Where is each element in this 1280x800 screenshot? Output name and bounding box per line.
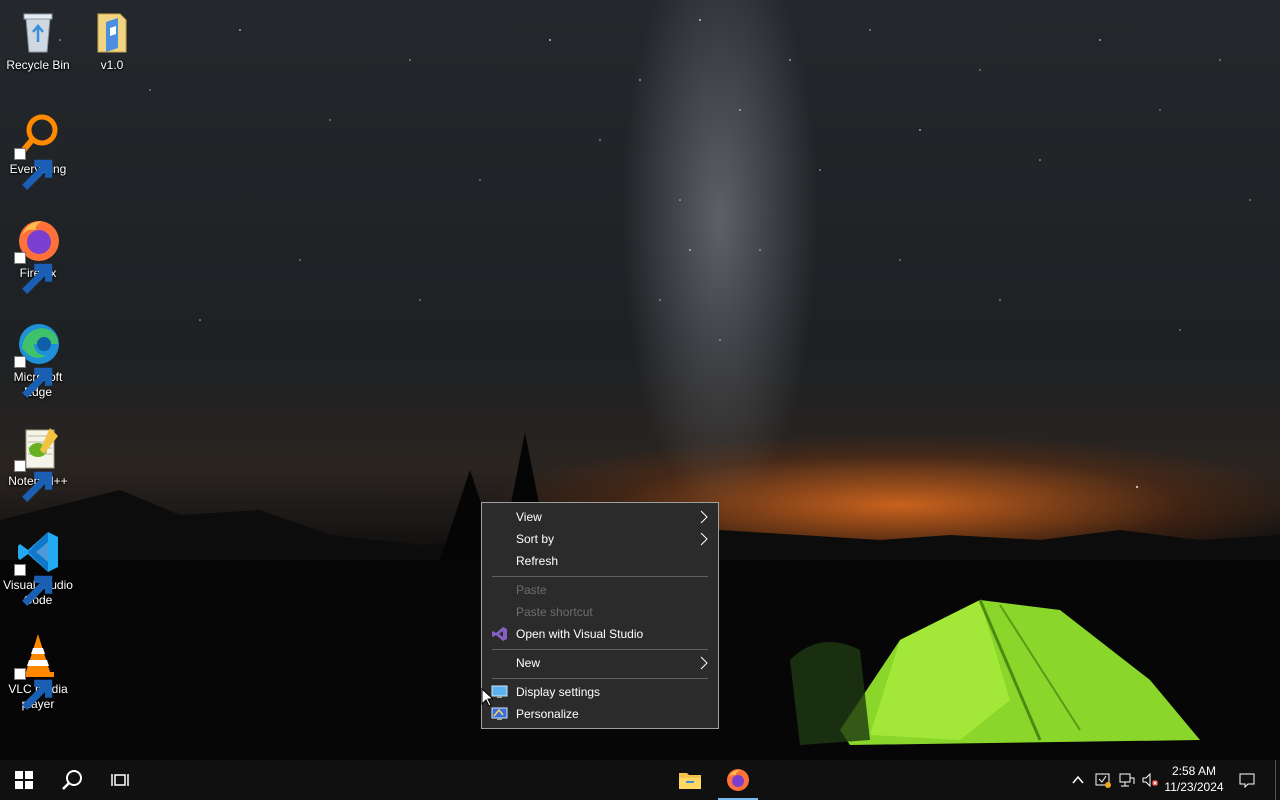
clock-date: 11/23/2024 [1164,780,1224,794]
menu-item-open-with-visual-studio[interactable]: Open with Visual Studio [483,623,717,645]
everything-icon [14,112,62,190]
desktop-icon-everything[interactable]: Everything [0,112,76,190]
taskbar: 2:58 AM 11/23/2024 [0,760,1280,800]
folder-icon [88,8,136,56]
search-icon [62,770,82,790]
display-settings-icon [491,685,508,698]
volume-muted-icon[interactable] [1142,772,1158,788]
menu-item-label: Refresh [516,554,559,568]
menu-separator [492,576,708,577]
windows-start-icon [15,771,33,789]
search-button[interactable] [48,760,96,800]
visual-studio-icon [492,627,507,641]
shortcut-arrow-icon [14,148,53,190]
menu-separator [492,649,708,650]
submenu-arrow-icon [700,656,708,670]
menu-item-display-settings[interactable]: Display settings [483,681,717,703]
network-icon[interactable] [1119,772,1135,788]
firefox-icon [727,769,749,791]
menu-item-label: Personalize [516,707,579,721]
shortcut-arrow-icon [14,460,53,502]
vscode-icon [14,528,62,606]
firefox-icon [14,216,62,294]
mouse-cursor-icon [481,688,493,707]
chevron-up-icon[interactable] [1070,772,1086,788]
desktop-icon-v1-folder[interactable]: v1.0 [74,8,150,73]
menu-item-sort-by[interactable]: Sort by [483,528,717,550]
desktop-icon-notepadpp[interactable]: Notepad++ [0,424,76,502]
task-view-button[interactable] [96,760,144,800]
submenu-arrow-icon [700,510,708,524]
personalize-icon [491,707,508,720]
menu-item-personalize[interactable]: Personalize [483,703,717,725]
vlc-icon [14,632,62,710]
menu-item-label: Paste shortcut [516,605,593,619]
menu-item-label: New [516,656,541,670]
desktop-icon-label: v1.0 [100,58,124,72]
menu-item-refresh[interactable]: Refresh [483,550,717,572]
menu-item-paste[interactable]: Paste [483,579,717,601]
desktop-icon-microsoft-edge[interactable]: Microsoft Edge [0,320,76,400]
edge-icon [14,320,62,398]
desktop-icon-vlc[interactable]: VLC media player [0,632,76,712]
task-view-icon [111,774,129,786]
taskbar-firefox[interactable] [714,760,762,800]
menu-item-label: Sort by [516,532,555,546]
recycle-bin-icon [14,8,62,56]
start-button[interactable] [0,760,48,800]
menu-item-label: Open with Visual Studio [516,627,644,641]
menu-separator [492,678,708,679]
submenu-arrow-icon [700,532,708,546]
shortcut-arrow-icon [14,356,53,398]
action-center-icon[interactable] [1239,772,1255,788]
menu-item-label: Display settings [516,685,601,699]
taskbar-file-explorer[interactable] [666,760,714,800]
clock-time: 2:58 AM [1171,764,1217,778]
desktop-icon-label: Recycle Bin [6,58,70,72]
desktop-icon-firefox[interactable]: Firefox [0,216,76,294]
security-warning-icon[interactable] [1095,772,1111,788]
desktop-context-menu: View Sort by Refresh Paste Paste shortcu… [481,502,719,729]
menu-item-new[interactable]: New [483,652,717,674]
menu-item-view[interactable]: View [483,506,717,528]
system-clock[interactable]: 2:58 AM 11/23/2024 [1158,763,1230,795]
desktop-icon-vscode[interactable]: Visual Studio Code [0,528,76,608]
shortcut-arrow-icon [14,668,53,710]
menu-item-label: View [516,510,542,524]
desktop-icon-recycle-bin[interactable]: Recycle Bin [0,8,76,73]
file-explorer-icon [679,773,701,789]
shortcut-arrow-icon [14,252,53,294]
show-desktop-button[interactable] [1275,760,1276,800]
notepadpp-icon [14,424,62,502]
menu-item-label: Paste [516,583,547,597]
menu-item-paste-shortcut[interactable]: Paste shortcut [483,601,717,623]
shortcut-arrow-icon [14,564,53,606]
